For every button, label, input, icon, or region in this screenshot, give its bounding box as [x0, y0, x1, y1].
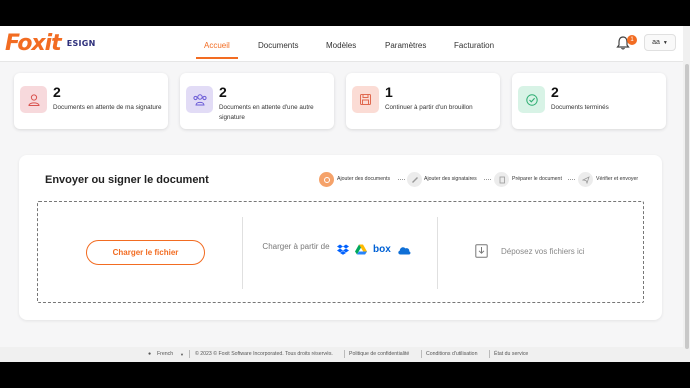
stat-value: 2 — [551, 84, 559, 100]
onedrive-icon[interactable] — [397, 245, 411, 255]
step-add-signers: Ajouter des signataires — [424, 176, 477, 182]
dropbox-icon[interactable] — [337, 244, 349, 255]
step-prepare-document: Préparer le document — [512, 176, 562, 182]
file-dropzone[interactable]: Charger le fichier Charger à partir de b… — [37, 201, 644, 303]
add-documents-icon — [319, 172, 334, 187]
stat-label: Continuer à partir d'un brouillon — [385, 104, 473, 111]
top-bar: Foxit ESIGN Accueil Documents Modèles Pa… — [0, 26, 690, 62]
footer-separator — [421, 350, 422, 358]
user-icon — [20, 86, 47, 113]
send-icon — [578, 172, 593, 187]
upload-file-button[interactable]: Charger le fichier — [86, 240, 205, 265]
stat-card-awaiting-other-signature[interactable]: 2 Documents en attente d'une autre signa… — [180, 73, 334, 129]
add-signers-icon — [407, 172, 422, 187]
step-separator — [398, 179, 405, 180]
stat-label: Documents terminés — [551, 104, 609, 111]
stat-label: Documents en attente de ma signature — [53, 104, 162, 111]
terms-of-use-link[interactable]: Conditions d'utilisation — [426, 351, 477, 357]
tab-accueil[interactable]: Accueil — [204, 41, 230, 50]
privacy-policy-link[interactable]: Politique de confidentialité — [349, 351, 409, 357]
footer-separator — [189, 350, 190, 358]
service-status-link[interactable]: État du service — [494, 351, 528, 357]
tab-parametres[interactable]: Paramètres — [385, 41, 426, 50]
stat-card-completed[interactable]: 2 Documents terminés — [512, 73, 666, 129]
footer: ● French ▼ © 2023 © Foxit Software Incor… — [0, 347, 690, 362]
user-menu-button[interactable]: aa ▼ — [644, 34, 676, 51]
cloud-upload-label: Charger à partir de — [262, 242, 330, 251]
chevron-down-icon: ▼ — [662, 39, 668, 46]
stat-value: 1 — [385, 84, 393, 100]
active-tab-indicator — [196, 57, 238, 59]
app-window: Foxit ESIGN Accueil Documents Modèles Pa… — [0, 26, 690, 362]
stat-label: Documents en attente d'une autre signatu… — [219, 104, 314, 121]
panel-title: Envoyer ou signer le document — [45, 174, 209, 186]
scrollbar-thumb[interactable] — [685, 64, 689, 349]
save-icon — [352, 86, 379, 113]
download-tray-icon — [475, 244, 488, 258]
step-separator — [484, 179, 491, 180]
user-initials: aa — [652, 39, 660, 46]
stat-card-drafts[interactable]: 1 Continuer à partir d'un brouillon — [346, 73, 500, 129]
divider — [437, 217, 438, 289]
footer-separator — [344, 350, 345, 358]
notification-badge: 1 — [627, 35, 637, 45]
users-icon — [186, 86, 213, 113]
stat-value: 2 — [53, 84, 61, 100]
drop-files-label: Déposez vos fichiers ici — [501, 247, 585, 256]
logo-text: Foxit — [5, 31, 62, 56]
footer-separator — [489, 350, 490, 358]
google-drive-icon[interactable] — [355, 244, 367, 255]
box-icon[interactable]: box — [373, 244, 391, 255]
foxit-logo[interactable]: Foxit ESIGN — [5, 30, 96, 56]
send-or-sign-panel: Envoyer ou signer le document Ajouter de… — [19, 155, 662, 320]
step-separator — [568, 179, 575, 180]
copyright-text: © 2023 © Foxit Software Incorporated. To… — [195, 351, 333, 357]
stat-card-awaiting-my-signature[interactable]: 2 Documents en attente de ma signature — [14, 73, 168, 129]
cloud-services: box — [337, 244, 411, 255]
step-add-documents: Ajouter des documents — [337, 176, 391, 182]
tab-modeles[interactable]: Modèles — [326, 41, 356, 50]
chevron-down-icon: ▼ — [180, 352, 184, 357]
check-circle-icon — [518, 86, 545, 113]
language-selector[interactable]: French — [157, 351, 173, 357]
product-name: ESIGN — [66, 39, 96, 48]
tab-facturation[interactable]: Facturation — [454, 41, 494, 50]
prepare-document-icon — [494, 172, 509, 187]
globe-icon: ● — [148, 351, 152, 357]
tab-documents[interactable]: Documents — [258, 41, 298, 50]
step-review-and-send: Vérifier et envoyer — [596, 176, 639, 182]
divider — [242, 217, 243, 289]
stat-value: 2 — [219, 84, 227, 100]
